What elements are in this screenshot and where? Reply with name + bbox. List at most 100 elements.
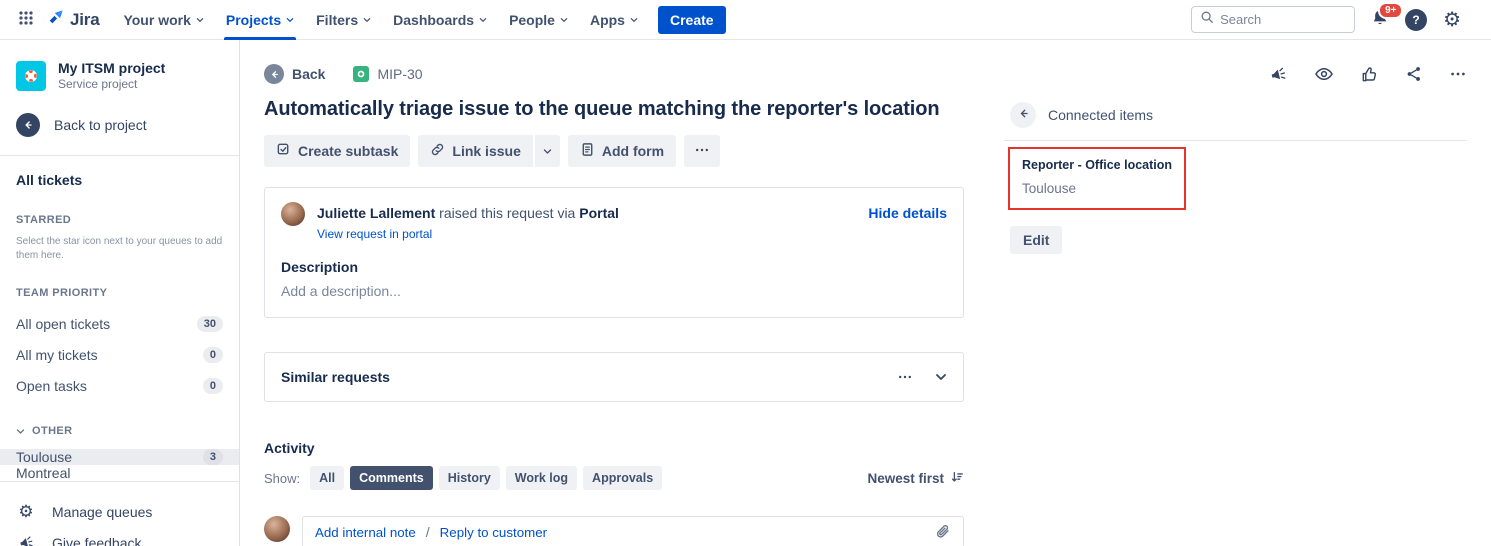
similar-requests-title: Similar requests	[281, 369, 390, 385]
description-placeholder[interactable]: Add a description...	[281, 283, 947, 299]
activity-title: Activity	[264, 440, 964, 456]
nav-item-apps[interactable]: Apps	[580, 0, 648, 40]
back-label: Back	[292, 66, 325, 82]
add-form-label: Add form	[602, 143, 664, 159]
more-actions-button[interactable]	[684, 135, 720, 167]
project-name: My ITSM project	[58, 60, 165, 76]
comment-links-separator: /	[426, 524, 430, 540]
field-value: Toulouse	[1022, 181, 1172, 196]
chevron-down-icon	[543, 147, 552, 156]
search-box[interactable]	[1191, 6, 1355, 33]
nav-item-label: Your work	[123, 12, 190, 28]
sort-order-button[interactable]: Newest first	[867, 470, 964, 487]
panel-divider	[1004, 140, 1467, 141]
project-lifebuoy-icon	[16, 61, 46, 91]
filter-work-log[interactable]: Work log	[506, 466, 577, 490]
help-button[interactable]: ?	[1405, 9, 1427, 31]
back-button[interactable]: Back	[264, 64, 325, 84]
search-icon	[1200, 10, 1214, 29]
issue-type-icon	[353, 66, 369, 82]
filter-history[interactable]: History	[439, 466, 500, 490]
nav-item-your-work[interactable]: Your work	[113, 0, 213, 40]
settings-button[interactable]: ⚙	[1443, 10, 1461, 30]
issue-header-actions	[1269, 64, 1467, 84]
link-issue-split-button: Link issue	[418, 135, 559, 167]
add-form-button[interactable]: Add form	[568, 135, 676, 167]
reply-to-customer-link[interactable]: Reply to customer	[440, 525, 547, 540]
subtask-checkbox-icon	[276, 142, 291, 160]
panel-back-button[interactable]	[1010, 102, 1036, 128]
nav-item-filters[interactable]: Filters	[306, 0, 381, 40]
nav-item-people[interactable]: People	[499, 0, 578, 40]
similar-requests-more-icon[interactable]	[897, 369, 913, 385]
notification-badge: 9+	[1378, 2, 1403, 19]
chevron-down-icon	[363, 16, 371, 24]
issue-action-buttons: Create subtask Link issue	[264, 135, 964, 167]
other-section-label: OTHER	[32, 425, 73, 437]
arrow-left-icon	[16, 113, 40, 137]
watch-eye-icon[interactable]	[1314, 64, 1334, 84]
jira-logo[interactable]: Jira	[46, 7, 99, 32]
sidebar-item-all-my-tickets[interactable]: All my tickets 0	[0, 339, 239, 370]
starred-hint-text: Select the star icon next to your queues…	[0, 235, 239, 263]
hide-details-link[interactable]: Hide details	[868, 205, 947, 221]
team-priority-section-header: TEAM PRIORITY	[0, 287, 239, 299]
nav-item-dashboards[interactable]: Dashboards	[383, 0, 497, 40]
other-section-toggle[interactable]: OTHER	[0, 425, 239, 437]
reporter-line: Juliette Lallement raised this request v…	[317, 205, 619, 221]
vote-thumbs-up-icon[interactable]	[1360, 65, 1379, 84]
feedback-megaphone-icon[interactable]	[1269, 65, 1288, 84]
more-actions-icon[interactable]	[1449, 65, 1467, 83]
share-icon[interactable]	[1405, 65, 1423, 83]
link-issue-dropdown-button[interactable]	[535, 135, 560, 167]
sidebar-item-open-tasks[interactable]: Open tasks 0	[0, 370, 239, 401]
link-issue-label: Link issue	[452, 143, 520, 159]
sidebar-item-all-tickets[interactable]: All tickets	[0, 172, 239, 188]
arrow-left-icon	[1017, 107, 1030, 123]
queue-label: Toulouse	[16, 449, 72, 465]
more-dots-icon	[694, 142, 710, 161]
activity-section: Activity Show: All Comments History Work…	[264, 440, 964, 546]
jira-logo-icon	[46, 7, 66, 32]
nav-right-cluster: 9+ ? ⚙	[1191, 6, 1477, 33]
sidebar-item-all-open-tickets[interactable]: All open tickets 30	[0, 308, 239, 339]
search-input[interactable]	[1220, 12, 1330, 27]
manage-queues-button[interactable]: ⚙ Manage queues	[0, 496, 239, 527]
give-feedback-button[interactable]: Give feedback	[0, 527, 239, 546]
panel-title: Connected items	[1048, 107, 1153, 123]
view-request-in-portal-link[interactable]: View request in portal	[317, 227, 432, 241]
issue-header-row: Back MIP-30	[264, 64, 1467, 84]
similar-requests-expand-chevron-icon[interactable]	[935, 371, 947, 383]
project-header: My ITSM project Service project	[0, 60, 239, 91]
gear-icon: ⚙	[1443, 9, 1461, 31]
app-switcher-button[interactable]	[12, 6, 40, 34]
app-grid-icon	[18, 10, 34, 29]
show-label: Show:	[264, 471, 300, 486]
project-sidebar: My ITSM project Service project Back to …	[0, 40, 240, 546]
queue-count-badge: 0	[203, 378, 223, 394]
filter-approvals[interactable]: Approvals	[583, 466, 662, 490]
sidebar-item-toulouse[interactable]: Toulouse 3	[0, 449, 239, 465]
attach-paperclip-icon[interactable]	[935, 524, 951, 540]
edit-button[interactable]: Edit	[1010, 226, 1062, 254]
jira-logo-text: Jira	[70, 10, 99, 30]
back-to-project-button[interactable]: Back to project	[0, 113, 239, 137]
create-subtask-button[interactable]: Create subtask	[264, 135, 410, 167]
create-button[interactable]: Create	[658, 6, 726, 34]
issue-key-breadcrumb[interactable]: MIP-30	[353, 66, 422, 82]
notifications-button[interactable]: 9+	[1371, 9, 1389, 30]
sidebar-divider	[0, 155, 239, 156]
question-mark-icon: ?	[1405, 9, 1427, 31]
link-issue-button[interactable]: Link issue	[418, 135, 532, 167]
reporter-avatar	[281, 202, 305, 226]
chevron-down-icon	[196, 16, 204, 24]
add-internal-note-link[interactable]: Add internal note	[315, 525, 416, 540]
queue-label: All my tickets	[16, 347, 98, 363]
comment-input-box[interactable]: Add internal note / Reply to customer	[302, 516, 964, 546]
nav-item-projects[interactable]: Projects	[216, 0, 304, 40]
request-details-card: Juliette Lallement raised this request v…	[264, 187, 964, 318]
filter-all[interactable]: All	[310, 466, 344, 490]
filter-comments[interactable]: Comments	[350, 466, 433, 490]
sidebar-item-montreal[interactable]: Montreal	[0, 465, 239, 481]
issue-main-column: Automatically triage issue to the queue …	[264, 96, 964, 546]
